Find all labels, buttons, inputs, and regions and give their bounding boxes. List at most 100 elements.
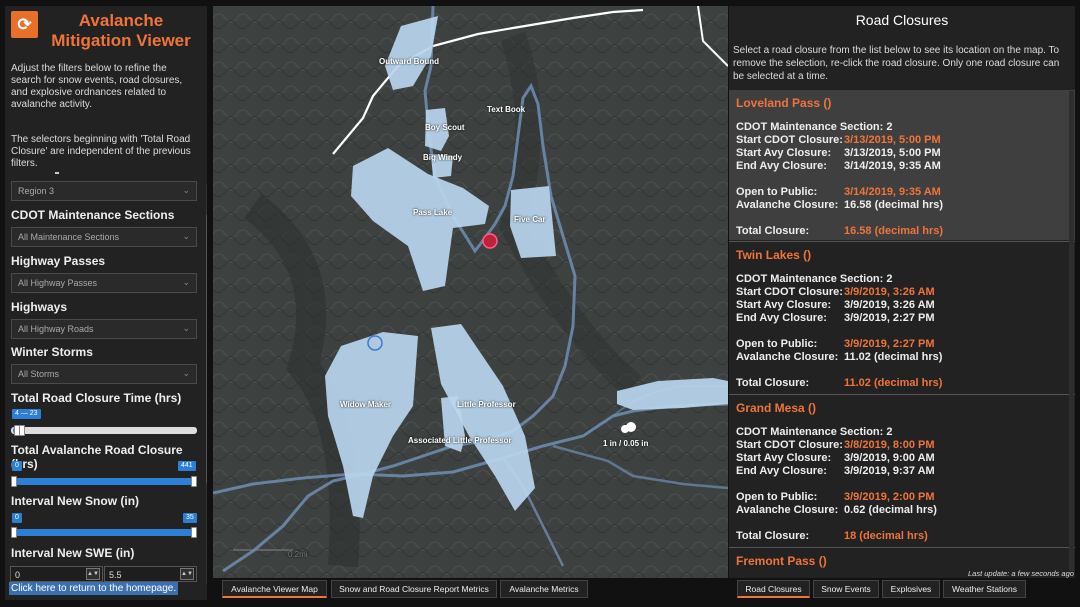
chevron-down-icon: ⌄: [182, 185, 190, 195]
closure-card-loveland[interactable]: Loveland Pass () CDOT Maintenance Sectio…: [729, 90, 1075, 240]
region-select[interactable]: Region 3 ⌄: [11, 181, 197, 201]
app-window: ⟳ Avalanche Mitigation Viewer Adjust the…: [0, 0, 1080, 607]
tab-avalanche-viewer-map[interactable]: Avalanche Viewer Map: [222, 580, 327, 598]
label-pass-lake: Pass Lake: [413, 208, 453, 217]
intro-text: Adjust the filters below to refine the s…: [11, 63, 183, 110]
chevron-down-icon: ⌄: [182, 368, 190, 378]
total-avy-max-badge: 441: [178, 461, 196, 471]
chevron-down-icon: ⌄: [182, 323, 190, 333]
slider-max-handle[interactable]: [19, 425, 25, 436]
app-title: Avalanche Mitigation Viewer: [35, 11, 207, 51]
total-road-closure-slider[interactable]: [11, 425, 197, 436]
closure-name: Grand Mesa (): [736, 401, 817, 415]
chevron-down-icon: ⌄: [182, 277, 190, 287]
avalanche-map[interactable]: Outward Bound Text Book Boy Scout Big Wi…: [213, 6, 728, 578]
slider-max-handle[interactable]: [191, 476, 197, 487]
winter-storms-value: All Storms: [18, 369, 60, 379]
highways-value: All Highway Roads: [18, 324, 94, 334]
closure-open-row: Open to Public: 3/9/2019, 2:00 PM: [736, 491, 935, 503]
road-closures-panel: Road Closures Select a road closure from…: [729, 6, 1075, 578]
closure-start-cdot-row: Start CDOT Closure: 3/9/2019, 3:26 AM: [736, 286, 935, 298]
closure-avy-closure-row: Avalanche Closure: 0.62 (decimal hrs): [736, 504, 937, 516]
total-avy-min-badge: 0: [12, 461, 22, 471]
closure-card-grand-mesa[interactable]: Grand Mesa () CDOT Maintenance Section: …: [729, 395, 1075, 545]
interval-snow-slider[interactable]: [11, 527, 197, 538]
closure-total-row: Total Closure: 16.58 (decimal hrs): [736, 225, 944, 237]
closure-section-row: CDOT Maintenance Section: 2: [736, 121, 893, 133]
app-title-line1: Avalanche: [78, 11, 164, 30]
tab-explosives[interactable]: Explosives: [882, 580, 940, 598]
filter-scrollbar[interactable]: [206, 184, 207, 584]
scale-label: 0.2mi: [288, 550, 308, 559]
independence-note: The selectors beginning with 'Total Road…: [11, 134, 191, 169]
interval-snow-min-badge: 0: [12, 513, 22, 523]
map-canvas: [213, 6, 728, 578]
slider-fill: [11, 478, 197, 485]
closure-avy-closure-row: Avalanche Closure: 11.02 (decimal hrs): [736, 351, 943, 363]
winter-storms-label: Winter Storms: [11, 345, 93, 359]
interval-swe-label: Interval New SWE (in): [11, 546, 135, 560]
homepage-link[interactable]: Click here to return to the homepage.: [9, 582, 179, 595]
spinner-icon[interactable]: ▲▼: [180, 568, 194, 580]
closure-name: Twin Lakes (): [736, 248, 812, 262]
tab-snow-events[interactable]: Snow Events: [813, 580, 879, 598]
total-road-closure-label: Total Road Closure Time (hrs): [11, 391, 182, 405]
label-boy-scout: Boy Scout: [425, 123, 465, 132]
total-avy-closure-slider[interactable]: [11, 476, 197, 487]
slider-fill: [11, 529, 197, 536]
closure-name: Fremont Pass (): [736, 554, 827, 568]
tab-snow-road-closure-metrics[interactable]: Snow and Road Closure Report Metrics: [331, 580, 497, 598]
filter-panel: ⟳ Avalanche Mitigation Viewer Adjust the…: [5, 6, 207, 600]
label-associated-little-professor: Associated Little Professor: [408, 436, 512, 445]
last-update-text: Last update: a few seconds ago: [968, 569, 1074, 578]
closure-card-twin-lakes[interactable]: Twin Lakes () CDOT Maintenance Section: …: [729, 242, 1075, 392]
closure-total-row: Total Closure: 11.02 (decimal hrs): [736, 377, 943, 389]
swe-min-value: 0: [15, 570, 21, 580]
highways-select[interactable]: All Highway Roads ⌄: [11, 319, 197, 339]
closures-scrollbar[interactable]: [1069, 91, 1074, 571]
closure-section-row: CDOT Maintenance Section: 2: [736, 273, 893, 285]
scrollbar-thumb[interactable]: [206, 214, 207, 484]
closure-end-avy-row: End Avy Closure: 3/9/2019, 2:27 PM: [736, 312, 935, 324]
swe-max-input[interactable]: 5.5 ▲▼: [104, 566, 197, 582]
app-title-line2: Mitigation Viewer: [51, 31, 191, 50]
label-little-professor: Little Professor: [457, 400, 516, 409]
cdot-sections-select[interactable]: All Maintenance Sections ⌄: [11, 227, 197, 247]
region-select-value: Region 3: [18, 186, 55, 196]
total-road-closure-badge: 4 — 23: [12, 409, 41, 419]
swe-min-input[interactable]: 0 ▲▼: [10, 566, 103, 582]
cdot-sections-value: All Maintenance Sections: [18, 232, 120, 242]
highways-label: Highways: [11, 300, 68, 314]
closure-avy-closure-row: Avalanche Closure: 16.58 (decimal hrs): [736, 199, 944, 211]
tab-avalanche-metrics[interactable]: Avalanche Metrics: [500, 580, 588, 598]
highway-passes-select[interactable]: All Highway Passes ⌄: [11, 273, 197, 293]
tab-road-closures[interactable]: Road Closures: [737, 580, 810, 598]
closure-start-avy-row: Start Avy Closure: 3/13/2019, 5:00 PM: [736, 147, 941, 159]
label-text-book: Text Book: [487, 105, 526, 114]
tab-weather-stations[interactable]: Weather Stations: [943, 580, 1026, 598]
interval-snow-label: Interval New Snow (in): [11, 494, 140, 508]
slider-min-handle[interactable]: [11, 527, 17, 538]
closure-start-avy-row: Start Avy Closure: 3/9/2019, 3:26 AM: [736, 299, 935, 311]
panel-description: Select a road closure from the list belo…: [733, 45, 1060, 82]
slider-min-handle[interactable]: [11, 476, 17, 487]
slider-max-handle[interactable]: [191, 527, 197, 538]
closure-end-avy-row: End Avy Closure: 3/9/2019, 9:37 AM: [736, 465, 935, 477]
closure-name: Loveland Pass (): [736, 96, 832, 110]
swe-max-value: 5.5: [109, 570, 122, 580]
interval-snow-max-badge: 35: [183, 513, 197, 523]
terrain-background: [213, 6, 728, 578]
winter-storms-select[interactable]: All Storms ⌄: [11, 364, 197, 384]
closure-total-row: Total Closure: 18 (decimal hrs): [736, 530, 928, 542]
label-five-car: Five Car: [514, 215, 546, 224]
closure-open-row: Open to Public: 3/9/2019, 2:27 PM: [736, 338, 935, 350]
weather-cloud-icon: [626, 422, 636, 432]
selected-closure-marker: [482, 233, 498, 249]
refresh-logo-icon[interactable]: ⟳: [11, 11, 38, 38]
spinner-icon[interactable]: ▲▼: [86, 568, 100, 580]
closure-open-row: Open to Public: 3/14/2019, 9:35 AM: [736, 186, 941, 198]
chevron-down-icon: ⌄: [182, 231, 190, 241]
panel-title: Road Closures: [855, 12, 949, 28]
closure-start-avy-row: Start Avy Closure: 3/9/2019, 9:00 AM: [736, 452, 935, 464]
closure-end-avy-row: End Avy Closure: 3/14/2019, 9:35 AM: [736, 160, 941, 172]
